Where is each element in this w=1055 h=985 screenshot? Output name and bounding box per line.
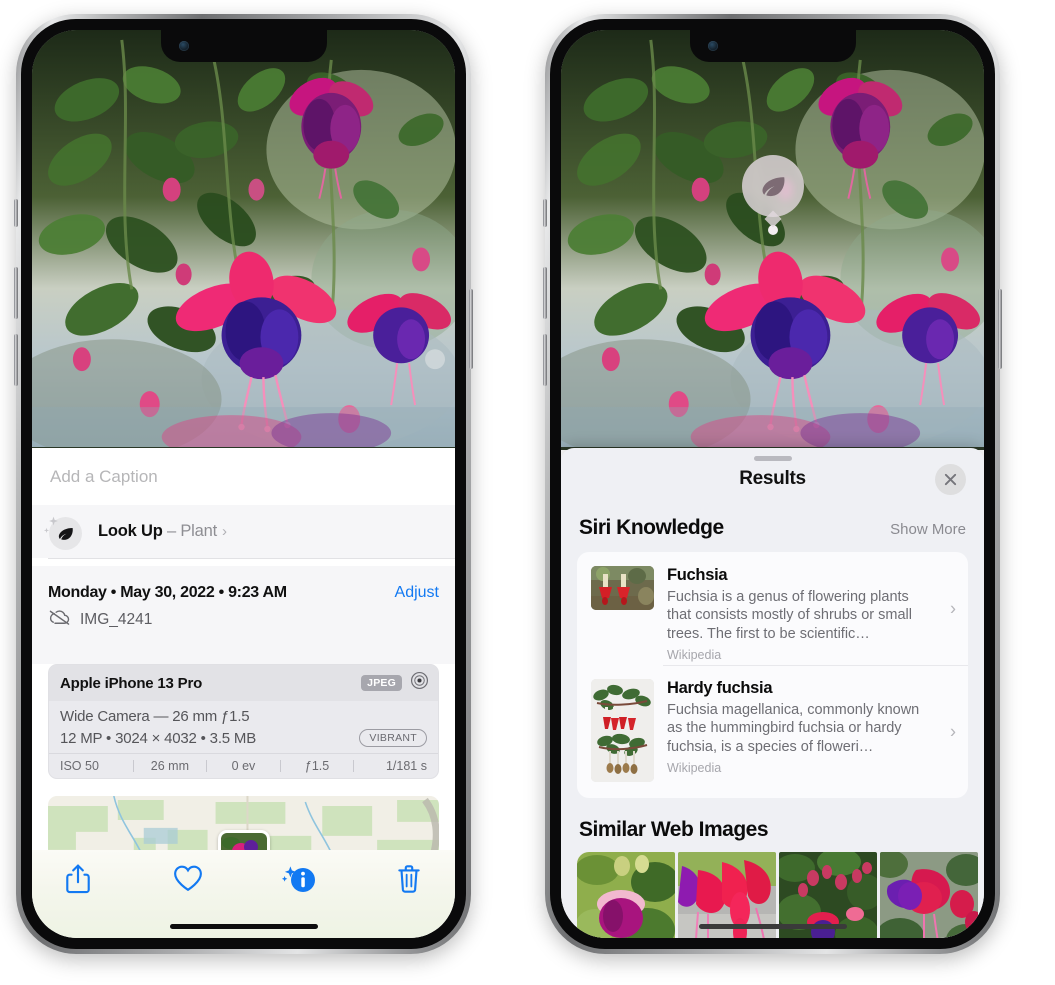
look-up-subject: Plant (180, 522, 217, 540)
result-title: Fuchsia (667, 566, 728, 584)
aperture-icon[interactable] (410, 671, 429, 695)
siri-knowledge-header: Siri Knowledge Show More (561, 516, 984, 540)
sparkle-small-icon (43, 527, 50, 533)
sheet-grabber[interactable] (753, 456, 792, 461)
section-title: Siri Knowledge (579, 516, 724, 539)
result-source: Wikipedia (667, 648, 722, 663)
list-item[interactable]: Hardy fuchsia Fuchsia magellanica, commo… (577, 665, 968, 798)
heart-icon (174, 865, 203, 892)
delete-button[interactable] (387, 864, 431, 894)
similar-web-images-header: Similar Web Images (561, 818, 984, 842)
camera-info-card[interactable]: Apple iPhone 13 Pro JPEG Wide Camera — 2… (48, 664, 439, 779)
trash-icon (398, 865, 420, 893)
photo-date: Monday • May 30, 2022 • 9:23 AM (48, 584, 287, 601)
right-phone-device: Results Siri Knowledge Show More Fuchsia… (543, 14, 1002, 954)
left-phone-screen: Add a Caption Look Up – Plant › Monday •… (32, 30, 455, 938)
similar-image-4[interactable] (880, 852, 978, 938)
favorite-button[interactable] (166, 864, 210, 892)
info-button[interactable] (277, 864, 321, 894)
exif-aperture: ƒ1.5 (304, 759, 330, 773)
notch (160, 30, 327, 62)
badge-circle (741, 155, 804, 217)
result-description: Fuchsia is a genus of flowering plants t… (667, 588, 912, 642)
share-icon (66, 864, 90, 894)
notch (689, 30, 856, 62)
result-text: Hardy fuchsia Fuchsia magellanica, commo… (654, 679, 956, 775)
exif-focal: 26 mm (150, 759, 189, 773)
look-up-icon-group (43, 514, 82, 550)
power-button[interactable] (469, 289, 473, 369)
left-phone-bezel: Add a Caption Look Up – Plant › Monday •… (21, 19, 466, 949)
show-more-button[interactable]: Show More (890, 521, 966, 538)
home-indicator[interactable] (698, 924, 847, 929)
look-up-dash: – (166, 522, 176, 540)
power-button[interactable] (998, 289, 1002, 369)
photo-image[interactable] (32, 30, 455, 448)
results-sheet: Results Siri Knowledge Show More Fuchsia… (561, 448, 984, 938)
similar-image-1[interactable] (577, 852, 675, 938)
mute-switch[interactable] (14, 199, 18, 227)
camera-model: Apple iPhone 13 Pro (60, 674, 203, 692)
left-phone-device: Add a Caption Look Up – Plant › Monday •… (14, 14, 473, 954)
photo-filename: IMG_4241 (80, 611, 153, 628)
section-title: Similar Web Images (579, 818, 769, 841)
share-button[interactable] (56, 864, 100, 894)
leaf-icon (761, 177, 784, 197)
list-item[interactable]: Fuchsia Fuchsia is a genus of flowering … (577, 552, 968, 665)
location-map[interactable] (48, 796, 439, 858)
exif-row: ISO 50 26 mm 0 ev ƒ1.5 1/181 s (49, 753, 438, 778)
visual-lookup-badge[interactable] (741, 155, 804, 235)
result-description: Fuchsia magellanica, commonly known as t… (667, 701, 920, 755)
lens-info: Wide Camera — 26 mm ƒ1.5 (60, 708, 250, 725)
volume-down-button[interactable] (14, 334, 18, 386)
volume-up-button[interactable] (543, 267, 547, 319)
volume-up-button[interactable] (14, 267, 18, 319)
result-thumbnail (591, 566, 654, 610)
chevron-right-icon: › (221, 523, 227, 540)
divider (48, 558, 455, 559)
chevron-right-icon: › (950, 598, 956, 618)
exif-shutter: 1/181 s (385, 759, 427, 773)
close-icon (944, 473, 957, 486)
siri-knowledge-card: Fuchsia Fuchsia is a genus of flowering … (577, 552, 968, 798)
cloud-slash-icon (48, 609, 71, 631)
photographic-style-badge: VIBRANT (359, 729, 427, 747)
result-title: Hardy fuchsia (667, 679, 773, 697)
exif-iso: ISO 50 (60, 759, 99, 773)
look-up-row[interactable]: Look Up – Plant › (32, 505, 455, 558)
volume-down-button[interactable] (543, 334, 547, 386)
result-text: Fuchsia Fuchsia is a genus of flowering … (654, 566, 956, 662)
photo-metadata: Monday • May 30, 2022 • 9:23 AM Adjust I… (32, 566, 455, 664)
chevron-right-icon: › (950, 721, 956, 741)
exif-ev: 0 ev (231, 759, 256, 773)
result-source: Wikipedia (667, 761, 722, 776)
front-camera-icon (178, 41, 189, 51)
sheet-title: Results (739, 468, 806, 489)
camera-card-header: Apple iPhone 13 Pro JPEG (49, 665, 438, 701)
mute-switch[interactable] (543, 199, 547, 227)
format-badge: JPEG (361, 675, 402, 691)
photo-image[interactable] (561, 30, 984, 450)
look-up-title: Look Up (98, 522, 163, 540)
camera-card-body: Wide Camera — 26 mm ƒ1.5 12 MP • 3024 × … (49, 701, 438, 753)
file-specs: 12 MP • 3024 × 4032 • 3.5 MB (60, 729, 257, 747)
front-camera-icon (707, 41, 718, 51)
right-phone-bezel: Results Siri Knowledge Show More Fuchsia… (550, 19, 995, 949)
home-indicator[interactable] (169, 924, 318, 929)
right-phone-screen: Results Siri Knowledge Show More Fuchsia… (561, 30, 984, 938)
close-button[interactable] (935, 464, 966, 495)
info-sparkle-icon (281, 866, 315, 892)
caption-input[interactable]: Add a Caption (32, 448, 455, 505)
screenshot-canvas: Add a Caption Look Up – Plant › Monday •… (0, 0, 1055, 985)
look-up-label: Look Up – Plant › (98, 522, 227, 541)
caption-placeholder: Add a Caption (50, 466, 158, 486)
result-thumbnail (591, 679, 654, 782)
adjust-button[interactable]: Adjust (395, 584, 439, 602)
